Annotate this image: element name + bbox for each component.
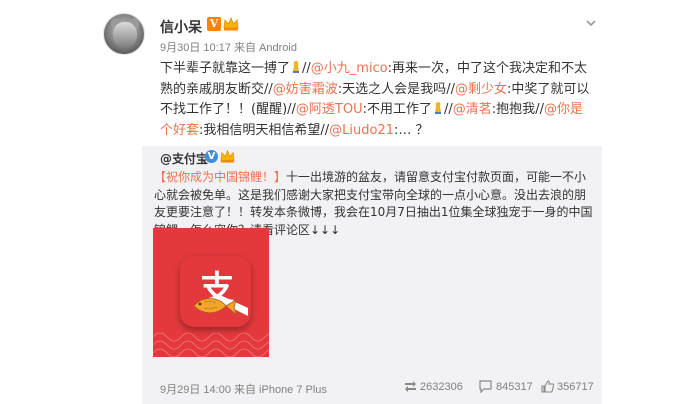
text-segment: :我相信明天相信希望 [199, 122, 321, 138]
text-segment: // [320, 122, 330, 138]
text-segment: :抱抱我 [491, 102, 536, 117]
text-segment: // [535, 102, 544, 117]
mention-link[interactable]: @妨害霜波 [273, 82, 338, 97]
text-segment: :不用工作了 [362, 102, 433, 117]
repost-author[interactable]: @支付宝 [160, 150, 208, 167]
mention-link[interactable]: @清茗 [453, 102, 492, 117]
emoji-icon [293, 61, 300, 73]
mention-link[interactable]: @阿透TOU [296, 102, 363, 117]
username[interactable]: 信小呆 [160, 17, 202, 37]
text-segment: 下半辈子就靠这一搏了 [160, 61, 291, 76]
comment-icon[interactable] [479, 380, 492, 393]
chevron-down-icon[interactable] [585, 17, 597, 29]
text-segment: :天选之人会是我吗 [337, 81, 447, 97]
repost-count[interactable]: 2632306 [420, 381, 463, 393]
avatar[interactable] [103, 13, 145, 55]
text-segment: :… ？ [394, 122, 429, 138]
vip-icon: V [207, 17, 221, 31]
comment-count[interactable]: 845317 [496, 381, 533, 393]
vip-icon: V [205, 150, 218, 163]
avatar-face [113, 22, 137, 48]
mention-link[interactable]: @Liudo21 [329, 123, 394, 138]
text-segment: // [446, 81, 455, 97]
like-count[interactable]: 356717 [557, 381, 594, 393]
repost-icon[interactable] [404, 380, 417, 393]
wave-pattern [153, 332, 269, 357]
like-icon[interactable] [541, 380, 554, 393]
post-meta: 9月30日 10:17 来自 Android [160, 42, 297, 54]
koi-fish-icon: 支 [183, 259, 248, 324]
alipay-logo-tile: 支 [180, 256, 251, 327]
text-segment: // [302, 61, 311, 76]
repost-meta: 9月29日 14:00 来自 iPhone 7 Plus [160, 384, 327, 396]
emoji-icon [435, 102, 442, 114]
mention-link[interactable]: @小九_mico [311, 61, 388, 76]
promo-image[interactable]: 支 [153, 228, 269, 357]
text-segment: // [444, 102, 453, 117]
mention-link[interactable]: @剩少女 [455, 82, 507, 97]
text-segment: )// [282, 102, 296, 117]
repost-topic[interactable]: 【祝你成为中国锦鲤！】 [154, 170, 286, 184]
crown-icon [223, 16, 239, 31]
post-text: 下半辈子就靠这一搏了//@小九_mico:再来一次，中了这个我决定和不太熟的亲戚… [160, 59, 590, 141]
text-segment: // [264, 81, 273, 97]
crown-icon [220, 149, 235, 163]
